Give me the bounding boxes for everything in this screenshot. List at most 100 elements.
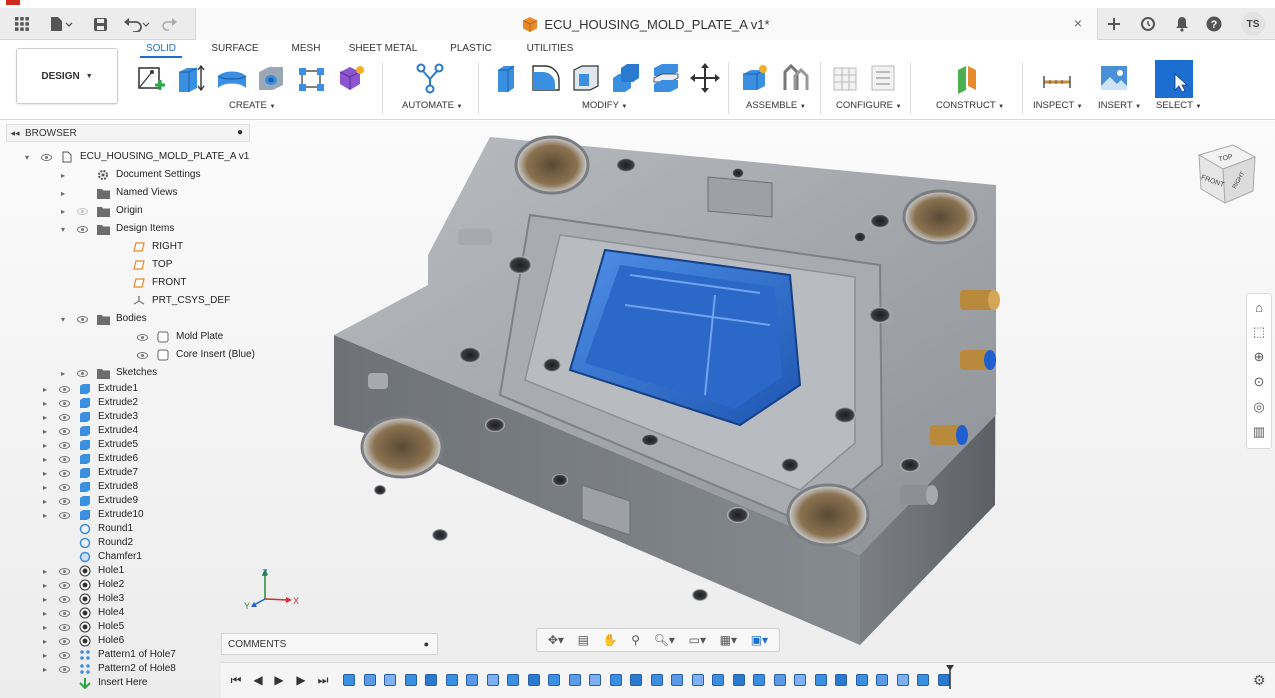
- inspect-group-label[interactable]: INSPECT ▼: [1033, 100, 1083, 111]
- browser-row[interactable]: ▾ ECU_HOUSING_MOLD_PLATE_A v1: [6, 150, 250, 164]
- browser-row[interactable]: Chamfer1: [6, 550, 250, 564]
- measure-icon[interactable]: [1042, 62, 1072, 94]
- visibility-eye-icon[interactable]: [76, 204, 88, 218]
- expand-toggle-icon[interactable]: ▸: [40, 494, 50, 508]
- file-menu-button[interactable]: [46, 13, 76, 35]
- timeline-feature-icon[interactable]: [773, 674, 786, 686]
- expand-toggle-icon[interactable]: ▸: [40, 606, 50, 620]
- fillet-icon[interactable]: [530, 62, 560, 94]
- timeline-feature-icon[interactable]: [794, 674, 806, 686]
- timeline-feature-icon[interactable]: [712, 674, 724, 686]
- visibility-eye-icon[interactable]: [58, 494, 70, 508]
- browser-row[interactable]: ▾ Bodies: [6, 312, 250, 326]
- move-copy-icon[interactable]: [690, 62, 720, 94]
- mold-plate-model[interactable]: [320, 125, 1040, 650]
- expand-toggle-icon[interactable]: ▸: [58, 204, 68, 218]
- grid-settings-icon[interactable]: ▦▾: [720, 633, 737, 647]
- select-group-label[interactable]: SELECT ▼: [1156, 100, 1201, 111]
- extrude-icon[interactable]: [176, 62, 206, 94]
- insert-image-icon[interactable]: [1099, 62, 1129, 94]
- browser-row[interactable]: ▸ Extrude2: [6, 396, 250, 410]
- undo-button[interactable]: [122, 13, 154, 35]
- orbit-icon[interactable]: ✥▾: [548, 633, 564, 647]
- timeline-feature-icon[interactable]: [548, 674, 560, 686]
- browser-row[interactable]: TOP: [6, 258, 250, 272]
- comments-panel[interactable]: COMMENTS ●: [221, 633, 438, 655]
- visibility-eye-icon[interactable]: [58, 620, 70, 634]
- section-analysis-icon[interactable]: ▥: [1250, 423, 1268, 441]
- workspace-switcher[interactable]: DESIGN ▼: [16, 48, 118, 104]
- document-tab[interactable]: ECU_HOUSING_MOLD_PLATE_A v1* ×: [195, 8, 1098, 40]
- fit-view-icon[interactable]: ⬚: [1250, 323, 1268, 341]
- expand-toggle-icon[interactable]: ▸: [40, 452, 50, 466]
- visibility-eye-icon[interactable]: [58, 410, 70, 424]
- expand-toggle-icon[interactable]: ▸: [58, 186, 68, 200]
- browser-row[interactable]: FRONT: [6, 276, 250, 290]
- shell-icon[interactable]: [571, 62, 601, 94]
- expand-toggle-icon[interactable]: ▸: [40, 508, 50, 522]
- browser-row[interactable]: ▸ Sketches: [6, 366, 250, 380]
- browser-row[interactable]: ▸ Hole1: [6, 564, 250, 578]
- expand-toggle-icon[interactable]: ▸: [40, 620, 50, 634]
- timeline-feature-icon[interactable]: [445, 674, 458, 686]
- zoom-icon[interactable]: ⚲: [631, 633, 640, 647]
- expand-toggle-icon[interactable]: ▾: [22, 150, 32, 164]
- expand-toggle-icon[interactable]: ▸: [40, 396, 50, 410]
- browser-row[interactable]: ▸ Extrude1: [6, 382, 250, 396]
- visibility-eye-icon[interactable]: [40, 150, 52, 164]
- expand-toggle-icon[interactable]: ▸: [40, 662, 50, 676]
- browser-row[interactable]: ▸ Pattern2 of Hole8: [6, 662, 250, 676]
- construct-plane-icon[interactable]: [954, 62, 984, 94]
- browser-row[interactable]: ▸ Extrude6: [6, 452, 250, 466]
- timeline-feature-icon[interactable]: [753, 674, 765, 686]
- timeline-feature-icon[interactable]: [855, 674, 868, 686]
- timeline-feature-icon[interactable]: [691, 674, 704, 686]
- pattern-icon[interactable]: [297, 62, 327, 94]
- timeline-feature-icon[interactable]: [589, 674, 601, 686]
- zoom-extents-icon[interactable]: ⊙: [1250, 373, 1268, 391]
- configure-table-icon[interactable]: [831, 62, 861, 94]
- zoom-window-icon[interactable]: 🔍︎▾: [654, 633, 675, 647]
- timeline-feature-icon[interactable]: [835, 674, 847, 686]
- visibility-eye-icon[interactable]: [58, 396, 70, 410]
- timeline-feature-icon[interactable]: [568, 674, 581, 686]
- expand-toggle-icon[interactable]: ▾: [58, 222, 68, 236]
- browser-row[interactable]: ▸ Hole5: [6, 620, 250, 634]
- viewports-icon[interactable]: ▣▾: [751, 633, 768, 647]
- tab-utilities[interactable]: UTILITIES: [522, 42, 578, 58]
- tab-mesh[interactable]: MESH: [285, 42, 327, 58]
- visibility-eye-icon[interactable]: [58, 564, 70, 578]
- visibility-eye-icon[interactable]: [58, 424, 70, 438]
- expand-toggle-icon[interactable]: ▸: [40, 424, 50, 438]
- browser-row[interactable]: ▸ Hole4: [6, 606, 250, 620]
- collapse-panel-icon[interactable]: ◂◂: [7, 128, 23, 139]
- browser-row[interactable]: ▸ Extrude5: [6, 438, 250, 452]
- browser-row[interactable]: ▸ Extrude4: [6, 424, 250, 438]
- expand-toggle-icon[interactable]: ▸: [40, 578, 50, 592]
- expand-toggle-icon[interactable]: ▸: [40, 592, 50, 606]
- visibility-eye-icon[interactable]: [136, 348, 148, 362]
- browser-pin-icon[interactable]: ●: [237, 127, 243, 138]
- timeline-next-icon[interactable]: ▶: [294, 672, 308, 688]
- timeline-feature-icon[interactable]: [486, 674, 499, 686]
- browser-row[interactable]: ▸ Document Settings: [6, 168, 250, 182]
- assemble-group-label[interactable]: ASSEMBLE ▼: [746, 100, 806, 111]
- timeline-feature-icon[interactable]: [876, 674, 888, 686]
- view-cube[interactable]: TOP FRONT RIGHT: [1193, 141, 1259, 211]
- expand-toggle-icon[interactable]: ▸: [40, 410, 50, 424]
- user-avatar[interactable]: TS: [1241, 12, 1265, 36]
- grid-icon[interactable]: [12, 13, 32, 35]
- browser-row[interactable]: ▾ Design Items: [6, 222, 250, 236]
- display-settings-icon[interactable]: ▭▾: [689, 633, 706, 647]
- browser-row[interactable]: Core Insert (Blue): [6, 348, 255, 362]
- expand-toggle-icon[interactable]: ▸: [40, 564, 50, 578]
- visibility-eye-icon[interactable]: [58, 578, 70, 592]
- timeline-feature-icon[interactable]: [527, 674, 540, 686]
- modify-group-label[interactable]: MODIFY ▼: [582, 100, 627, 111]
- visual-style-icon[interactable]: ◎: [1250, 398, 1268, 416]
- timeline-feature-icon[interactable]: [425, 674, 437, 686]
- joint-icon[interactable]: [781, 62, 811, 94]
- expand-toggle-icon[interactable]: ▾: [58, 312, 68, 326]
- visibility-eye-icon[interactable]: [58, 606, 70, 620]
- expand-toggle-icon[interactable]: ▸: [58, 168, 68, 182]
